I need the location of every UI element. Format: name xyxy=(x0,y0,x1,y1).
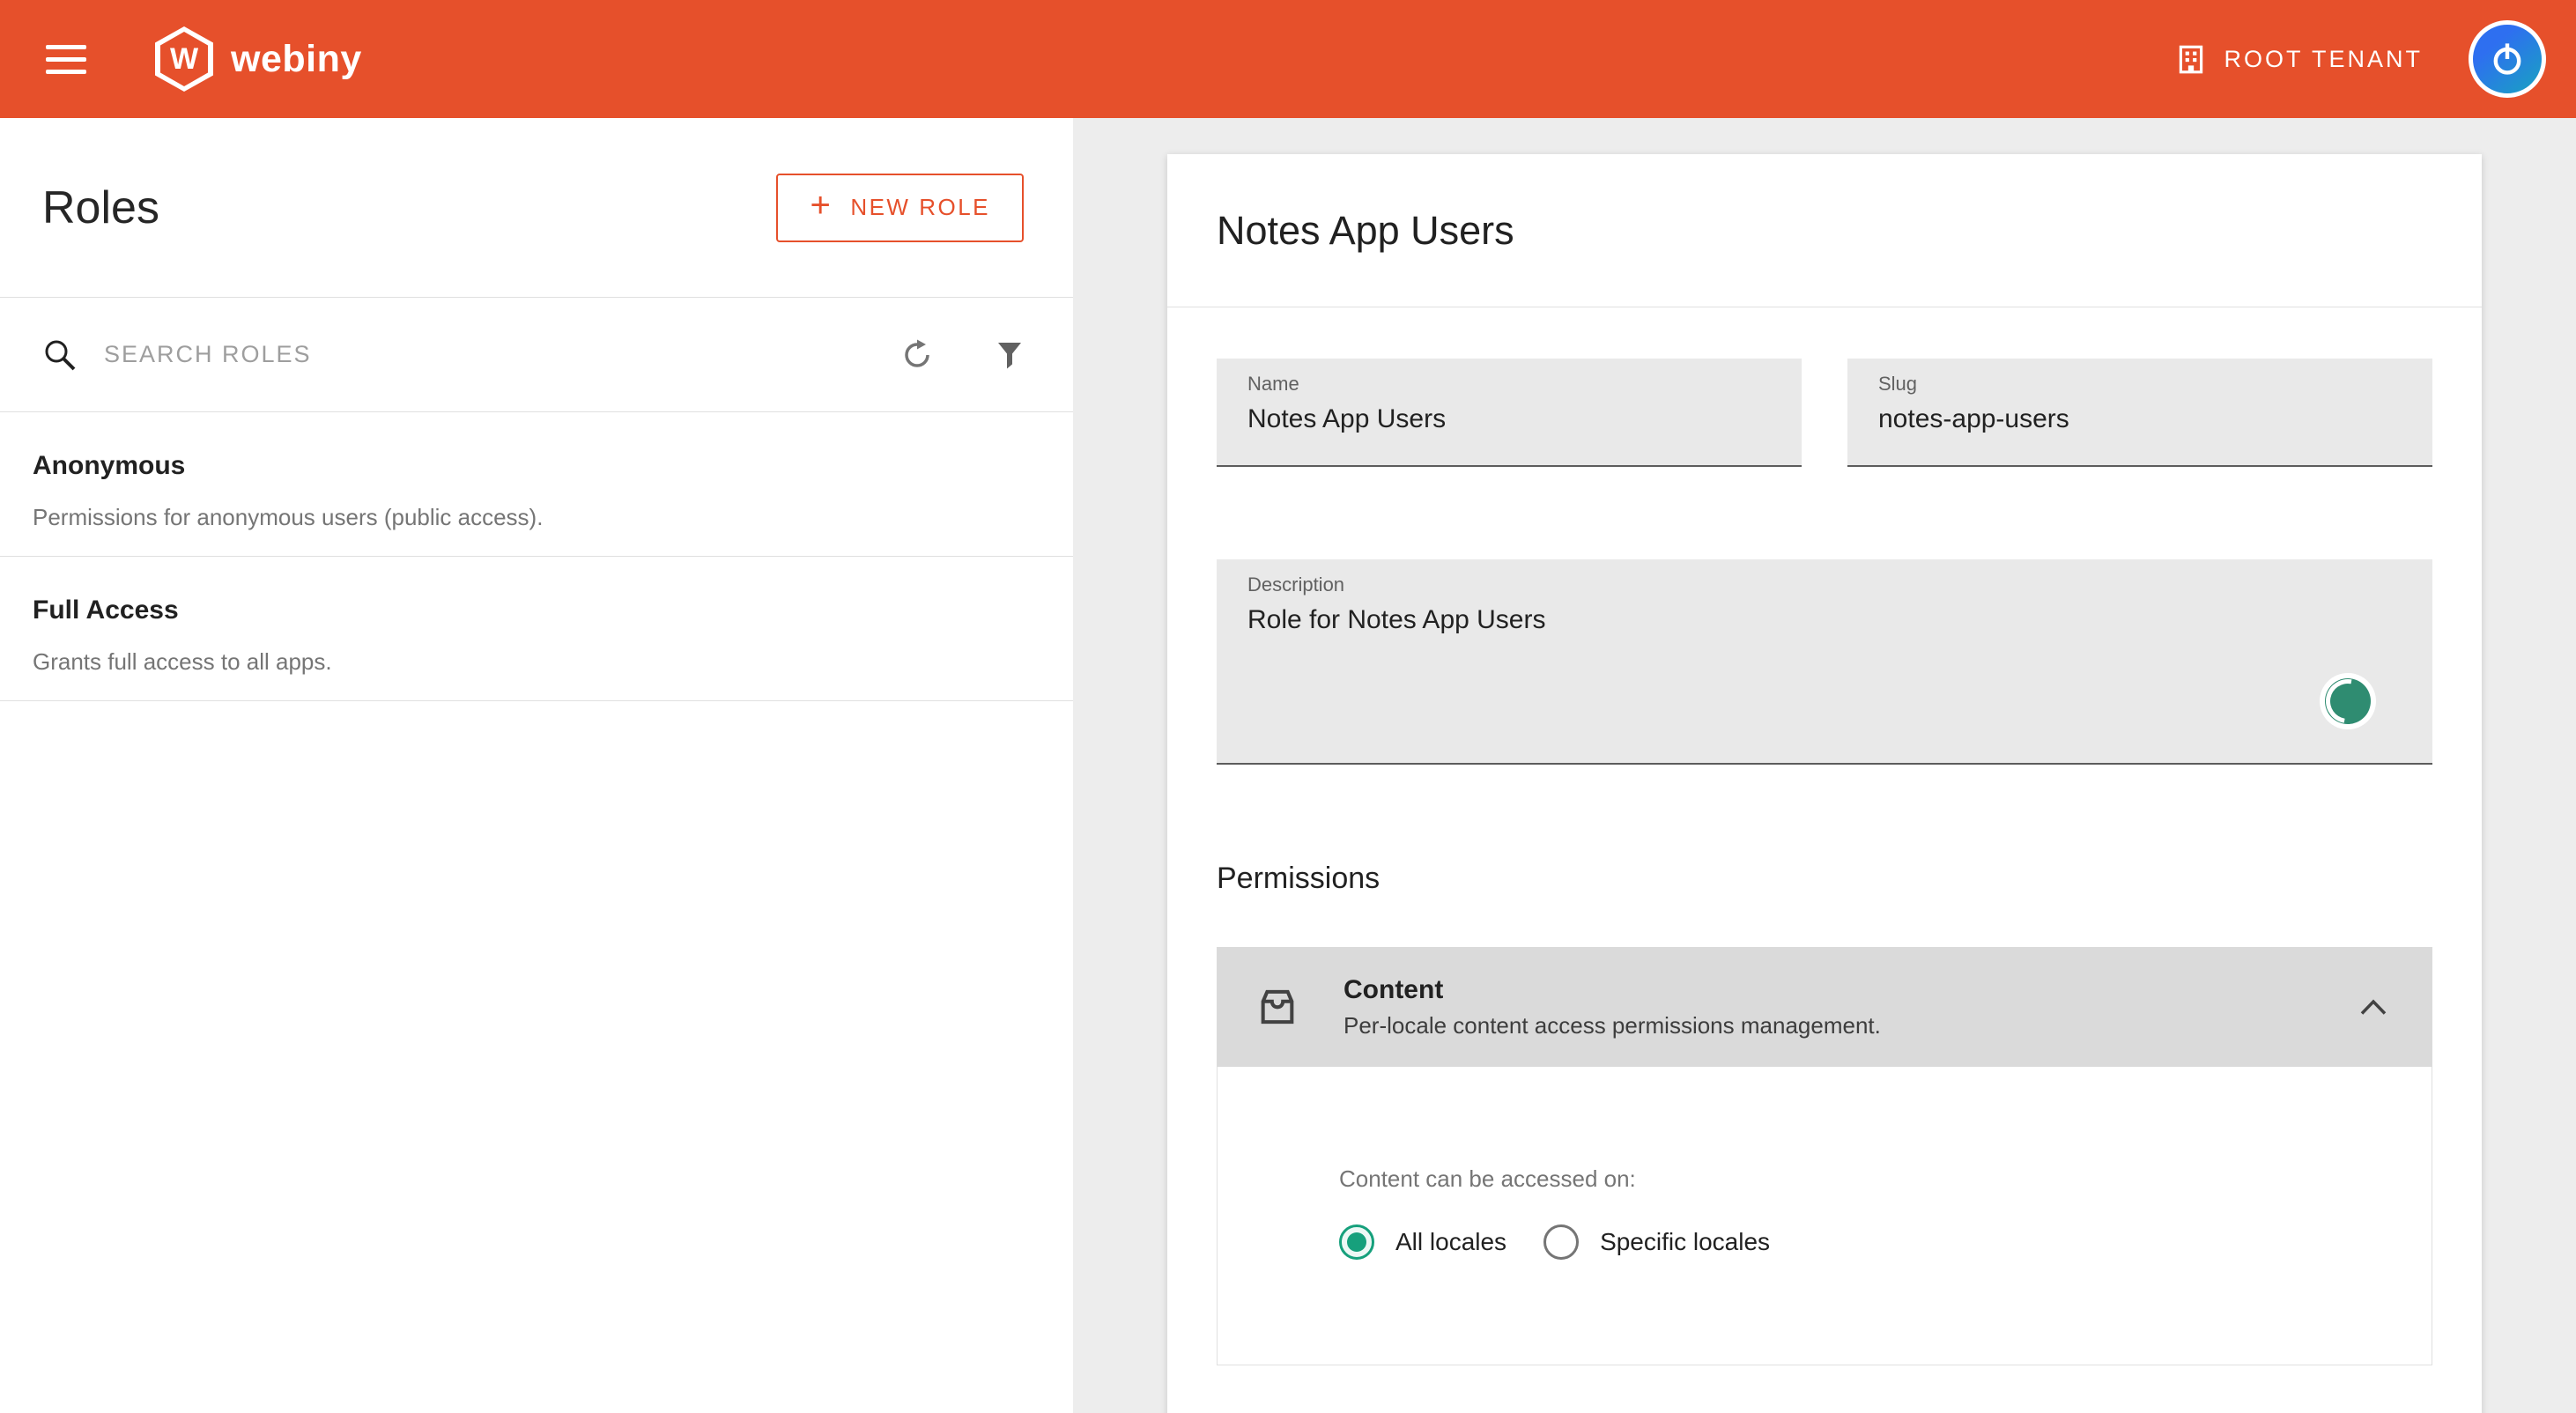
permissions-heading: Permissions xyxy=(1217,862,2432,896)
radio-specific-locales[interactable]: Specific locales xyxy=(1543,1224,1770,1260)
brand-wordmark: webiny xyxy=(231,38,362,81)
name-field[interactable]: Name xyxy=(1217,359,1802,467)
role-name: Anonymous xyxy=(33,451,1031,481)
role-description: Permissions for anonymous users (public … xyxy=(33,504,1031,531)
role-list: Anonymous Permissions for anonymous user… xyxy=(0,412,1073,701)
webiny-logo[interactable]: W webiny xyxy=(155,26,362,92)
list-item-full-access[interactable]: Full Access Grants full access to all ap… xyxy=(0,557,1073,701)
list-item-anonymous[interactable]: Anonymous Permissions for anonymous user… xyxy=(0,412,1073,557)
access-scope-label: Content can be accessed on: xyxy=(1339,1165,2432,1193)
menu-icon[interactable] xyxy=(46,37,86,82)
role-description: Grants full access to all apps. xyxy=(33,648,1031,676)
roles-panel: Roles + NEW ROLE xyxy=(0,118,1073,1413)
topbar: W webiny ROOT TENANT xyxy=(0,0,2576,118)
search-input[interactable] xyxy=(104,341,899,368)
role-name: Full Access xyxy=(33,596,1031,625)
page-title: Roles xyxy=(42,181,159,234)
name-input[interactable] xyxy=(1247,404,1758,434)
refresh-button[interactable] xyxy=(899,337,936,374)
search-bar xyxy=(0,297,1073,412)
new-role-button-label: NEW ROLE xyxy=(850,194,990,221)
name-field-label: Name xyxy=(1247,373,1802,396)
refresh-icon xyxy=(899,337,936,374)
content-accordion-body: Content can be accessed on: All locales … xyxy=(1217,1067,2432,1365)
slug-field[interactable]: Slug xyxy=(1847,359,2432,467)
accordion-title: Content xyxy=(1344,975,2360,1005)
logo-initial: W xyxy=(170,42,198,77)
detail-area: Notes App Users Name Slug Description Ro… xyxy=(1073,118,2576,1413)
accordion-subtitle: Per-locale content access permissions ma… xyxy=(1344,1012,2360,1039)
search-icon xyxy=(42,337,78,373)
content-permissions-accordion: Content Per-locale content access permis… xyxy=(1217,947,2432,1365)
description-input[interactable]: Role for Notes App Users xyxy=(1247,605,2388,635)
logo-hexagon-icon: W xyxy=(155,26,213,92)
slug-input[interactable] xyxy=(1878,404,2388,434)
radio-label: All locales xyxy=(1395,1228,1506,1256)
user-avatar[interactable] xyxy=(2469,20,2546,98)
chevron-up-icon[interactable] xyxy=(2360,999,2387,1016)
radio-icon xyxy=(1339,1224,1374,1260)
radio-all-locales[interactable]: All locales xyxy=(1339,1224,1506,1260)
description-field-label: Description xyxy=(1247,573,2432,596)
tenant-label: ROOT TENANT xyxy=(2224,46,2423,73)
inbox-icon xyxy=(1253,982,1302,1032)
description-field[interactable]: Description Role for Notes App Users xyxy=(1217,559,2432,765)
content-accordion-header[interactable]: Content Per-locale content access permis… xyxy=(1217,947,2432,1067)
radio-label: Specific locales xyxy=(1600,1228,1770,1256)
tenant-selector[interactable]: ROOT TENANT xyxy=(2174,42,2423,76)
power-icon xyxy=(2488,40,2527,78)
filter-icon xyxy=(992,337,1027,373)
radio-icon xyxy=(1543,1224,1579,1260)
plus-icon: + xyxy=(810,186,833,226)
building-icon xyxy=(2174,42,2208,76)
new-role-button[interactable]: + NEW ROLE xyxy=(776,174,1024,242)
role-detail-title: Notes App Users xyxy=(1217,208,1514,254)
role-detail-card: Notes App Users Name Slug Description Ro… xyxy=(1167,154,2482,1413)
filter-button[interactable] xyxy=(992,337,1027,373)
slug-field-label: Slug xyxy=(1878,373,2432,396)
loading-spinner xyxy=(2320,673,2376,729)
